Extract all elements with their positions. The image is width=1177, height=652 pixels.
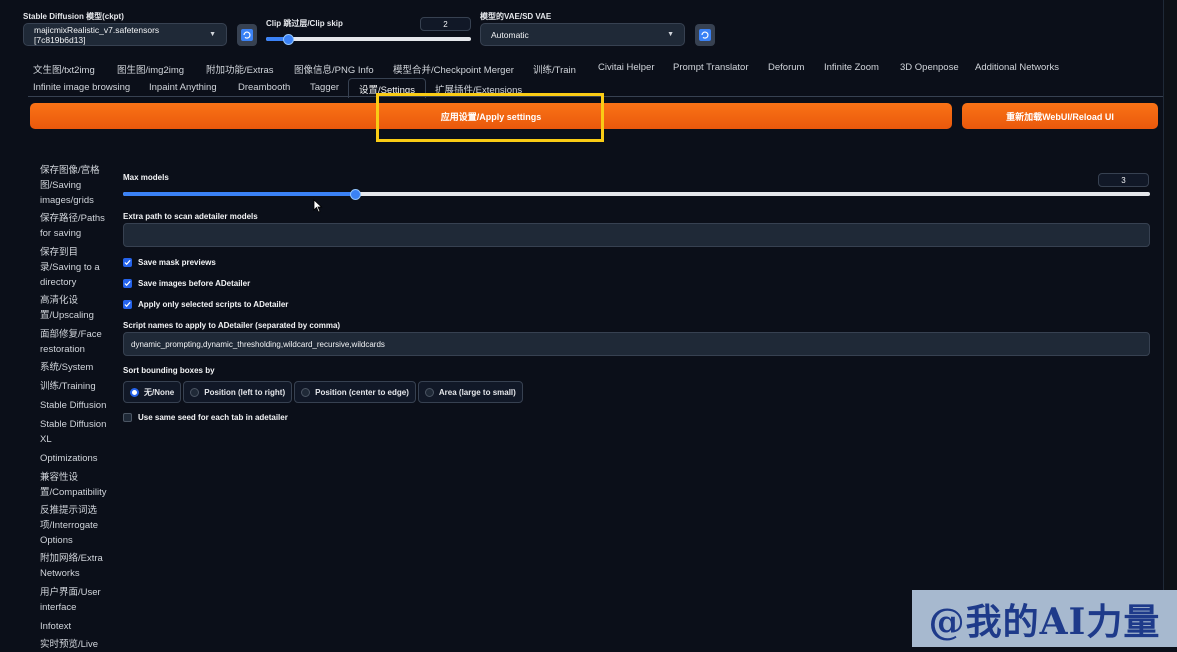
tab-infinite-image-browsing[interactable]: Infinite image browsing (33, 82, 130, 93)
vae-value: Automatic (491, 29, 529, 40)
sort-option-area[interactable]: Area (large to small) (417, 381, 523, 403)
apply-only-label: Apply only selected scripts to ADetailer (138, 300, 289, 309)
sidebar-item-saving-images[interactable]: 保存图像/宫格图/Saving images/grids (40, 163, 114, 208)
same-seed-checkbox-row[interactable]: Use same seed for each tab in adetailer (123, 413, 288, 422)
ckpt-label: Stable Diffusion 模型(ckpt) (23, 12, 124, 21)
extra-path-input[interactable] (123, 223, 1150, 247)
script-names-label: Script names to apply to ADetailer (sepa… (123, 321, 341, 330)
sidebar-item-extra-networks[interactable]: 附加网络/Extra Networks (40, 551, 114, 581)
ckpt-refresh-button[interactable] (237, 24, 257, 46)
mouse-cursor-icon (313, 199, 323, 213)
tab-deforum[interactable]: Deforum (768, 62, 804, 73)
tab-png-info[interactable]: 图像信息/PNG Info (294, 62, 374, 76)
save-before-checkbox-row[interactable]: Save images before ADetailer (123, 279, 250, 288)
same-seed-label: Use same seed for each tab in adetailer (138, 413, 288, 422)
clip-skip-input[interactable]: 2 (420, 17, 471, 31)
radio-icon[interactable] (190, 387, 200, 397)
sort-option-left-to-right[interactable]: Position (left to right) (183, 381, 293, 403)
sort-option-label: 无/None (144, 387, 175, 397)
radio-selected-icon[interactable] (130, 387, 139, 397)
reload-ui-button[interactable]: 重新加载WebUI/Reload UI (962, 103, 1158, 129)
sort-option-none[interactable]: 无/None (123, 381, 182, 403)
ckpt-dropdown[interactable]: majicmixRealistic_v7.safetensors [7c819b… (23, 23, 227, 46)
refresh-icon (699, 29, 711, 41)
sort-option-center-to-edge[interactable]: Position (center to edge) (294, 381, 416, 403)
sidebar-item-system[interactable]: 系统/System (40, 360, 114, 375)
tab-dreambooth[interactable]: Dreambooth (238, 82, 290, 93)
page-scrollbar[interactable] (1163, 0, 1177, 590)
save-mask-checkbox-row[interactable]: Save mask previews (123, 258, 216, 267)
save-mask-label: Save mask previews (138, 258, 216, 267)
tab-infinite-zoom[interactable]: Infinite Zoom (824, 62, 879, 73)
max-models-label: Max models (123, 173, 169, 182)
vae-label: 模型的VAE/SD VAE (480, 12, 552, 21)
vae-dropdown[interactable]: Automatic ▼ (480, 23, 685, 46)
sidebar-item-user-interface[interactable]: 用户界面/User interface (40, 585, 114, 615)
max-models-slider-fill (123, 192, 354, 196)
sort-radio-group: 无/None Position (left to right) Position… (123, 381, 523, 403)
watermark: @我的AI力量 (912, 590, 1177, 647)
max-models-slider-thumb[interactable] (350, 189, 361, 200)
sidebar-item-saving-directory[interactable]: 保存到目录/Saving to a directory (40, 245, 114, 290)
tab-civitai-helper[interactable]: Civitai Helper (598, 62, 655, 73)
sort-option-label: Area (large to small) (438, 387, 516, 397)
max-models-input[interactable]: 3 (1098, 173, 1149, 187)
vae-refresh-button[interactable] (695, 24, 715, 46)
chevron-down-icon: ▼ (667, 31, 674, 38)
save-before-label: Save images before ADetailer (138, 279, 251, 288)
tab-prompt-translator[interactable]: Prompt Translator (673, 62, 749, 73)
tab-tagger[interactable]: Tagger (310, 82, 339, 93)
sidebar-item-face-restoration[interactable]: 面部修复/Face restoration (40, 327, 114, 357)
sidebar-item-interrogate[interactable]: 反推提示词选项/Interrogate Options (40, 503, 114, 548)
sidebar-item-infotext[interactable]: Infotext (40, 619, 114, 634)
tab-checkpoint-merger[interactable]: 模型合并/Checkpoint Merger (393, 62, 514, 76)
refresh-icon (241, 29, 253, 41)
ckpt-value: majicmixRealistic_v7.safetensors [7c819b… (34, 24, 160, 45)
clip-skip-slider-track[interactable] (266, 37, 471, 41)
extra-path-label: Extra path to scan adetailer models (123, 212, 258, 221)
sidebar-item-optimizations[interactable]: Optimizations (40, 451, 114, 466)
radio-icon[interactable] (424, 387, 434, 397)
chevron-down-icon: ▼ (209, 31, 216, 38)
checkbox-checked-icon[interactable] (123, 279, 132, 288)
sort-option-label: Position (center to edge) (315, 387, 409, 397)
clip-skip-slider-thumb[interactable] (283, 34, 294, 45)
tab-inpaint-anything[interactable]: Inpaint Anything (149, 82, 217, 93)
sidebar-item-sdxl[interactable]: Stable Diffusion XL (40, 417, 114, 447)
sidebar-item-training[interactable]: 训练/Training (40, 379, 114, 394)
tab-txt2img[interactable]: 文生图/txt2img (33, 62, 95, 76)
sort-option-label: Position (left to right) (204, 387, 286, 397)
script-names-input[interactable]: dynamic_prompting,dynamic_thresholding,w… (123, 332, 1150, 356)
sidebar-item-upscaling[interactable]: 高清化设置/Upscaling (40, 293, 114, 323)
sidebar-item-paths[interactable]: 保存路径/Paths for saving (40, 211, 114, 241)
checkbox-checked-icon[interactable] (123, 300, 132, 309)
sidebar-item-compatibility[interactable]: 兼容性设置/Compatibility (40, 470, 114, 500)
apply-only-checkbox-row[interactable]: Apply only selected scripts to ADetailer (123, 300, 288, 309)
sort-label: Sort bounding boxes by (123, 366, 215, 375)
tab-img2img[interactable]: 图生图/img2img (117, 62, 184, 76)
radio-icon[interactable] (301, 387, 311, 397)
highlight-box (376, 93, 604, 142)
sidebar-item-stable-diffusion[interactable]: Stable Diffusion (40, 398, 114, 413)
clip-skip-label: Clip 跳过层/Clip skip (266, 19, 343, 28)
checkbox-checked-icon[interactable] (123, 258, 132, 267)
tab-3d-openpose[interactable]: 3D Openpose (900, 62, 959, 73)
checkbox-unchecked-icon[interactable] (123, 413, 132, 422)
tab-train[interactable]: 训练/Train (533, 62, 576, 76)
sidebar-item-live-preview[interactable]: 实时预览/Live (40, 637, 114, 652)
tab-extras[interactable]: 附加功能/Extras (206, 62, 274, 76)
tab-additional-networks[interactable]: Additional Networks (975, 62, 1059, 73)
